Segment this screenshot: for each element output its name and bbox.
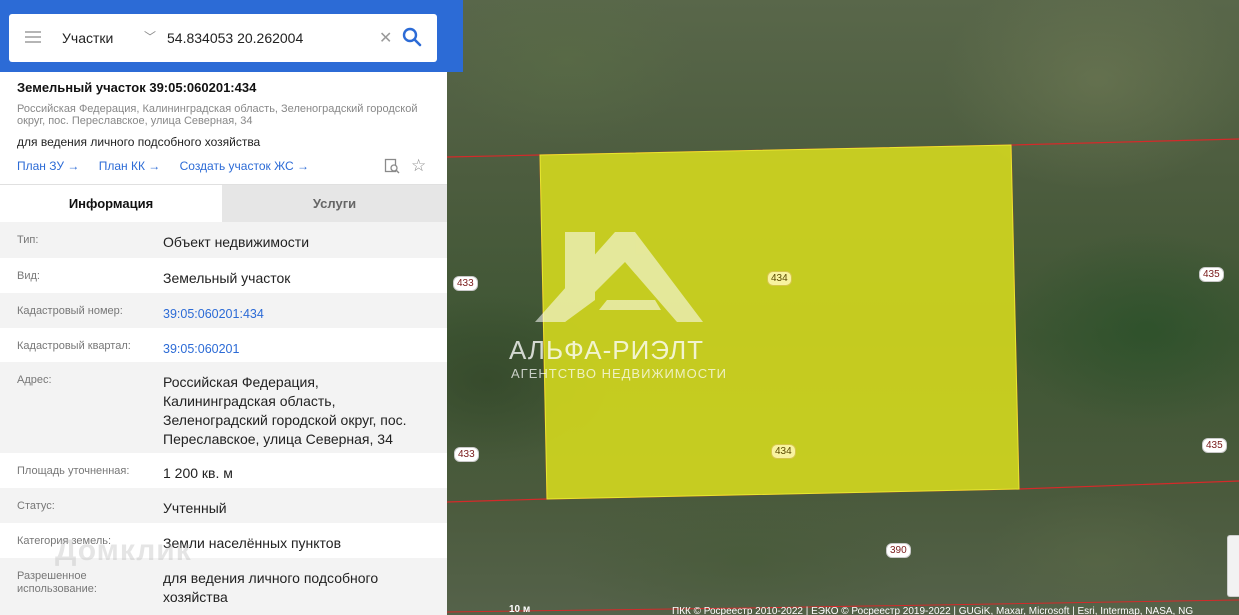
row-value: для ведения личного подсобного хозяйства (163, 570, 379, 605)
neighbor-parcel-label[interactable]: 433 (454, 447, 479, 462)
row-key: Адрес: (17, 374, 52, 386)
create-parcel-link[interactable]: Создать участок ЖС → (180, 159, 309, 173)
cadastral-number-link[interactable]: 39:05:060201:434 (163, 305, 433, 324)
search-type-select[interactable]: Участки (62, 30, 113, 46)
table-row: Тип: Объект недвижимости (0, 222, 447, 258)
search-bar: Участки ﹀ ✕ (0, 0, 463, 72)
table-row: Кадастровый квартал: 39:05:060201 (0, 328, 447, 362)
table-row: Статус: Учтенный (0, 488, 447, 523)
row-value: Земли населённых пунктов (163, 535, 342, 551)
row-key: Кадастровый квартал: (17, 340, 131, 352)
row-key: Тип: (17, 234, 39, 246)
row-value: 1 200 кв. м (163, 465, 233, 481)
parcel-usage: для ведения личного подсобного хозяйства (17, 135, 261, 149)
tabs: Информация Услуги (0, 184, 447, 223)
map-scale: 10 м (509, 604, 531, 615)
row-value: Земельный участок (163, 270, 291, 286)
map-view[interactable]: АЛЬФА-РИЭЛТ АГЕНТСТВО НЕДВИЖИМОСТИ 434 4… (447, 0, 1239, 615)
map-attribution: ПКК © Росреестр 2010-2022 | ЕЭКО © Росре… (672, 606, 1194, 615)
row-key: Статус: (17, 500, 55, 512)
table-row: Вид: Земельный участок (0, 258, 447, 293)
parcel-label[interactable]: 434 (767, 271, 792, 286)
search-box: Участки ﹀ ✕ (9, 14, 437, 62)
row-key: Разрешенное использование: (17, 570, 97, 595)
parcel-title: Земельный участок 39:05:060201:434 (17, 80, 257, 95)
search-document-icon[interactable] (384, 158, 400, 174)
map-zoom-control[interactable] (1227, 535, 1239, 597)
table-row: Кадастровый номер: 39:05:060201:434 (0, 293, 447, 328)
row-key: Кадастровый номер: (17, 305, 123, 317)
row-value: Объект недвижимости (163, 234, 310, 250)
row-key: Площадь уточненная: (17, 465, 130, 477)
menu-icon[interactable] (25, 31, 41, 43)
row-value: Российская Федерация, Калининградская об… (163, 374, 407, 447)
map-layer (447, 138, 1239, 613)
parcel-links: План ЗУ → План КК → Создать участок ЖС → (17, 159, 325, 173)
agency-watermark-sub: АГЕНТСТВО НЕДВИЖИМОСТИ (511, 366, 727, 381)
cadastral-quarter-link[interactable]: 39:05:060201 (163, 340, 433, 359)
table-row: Адрес: Российская Федерация, Калининград… (0, 362, 447, 453)
chevron-down-icon[interactable]: ﹀ (144, 28, 156, 45)
close-icon[interactable]: ✕ (379, 28, 392, 48)
search-input[interactable] (167, 26, 377, 50)
search-icon[interactable] (402, 27, 422, 47)
plan-kk-link[interactable]: План КК → (99, 159, 161, 173)
agency-watermark-name: АЛЬФА-РИЭЛТ (509, 335, 705, 365)
neighbor-parcel-label[interactable]: 390 (886, 543, 911, 558)
row-key: Вид: (17, 270, 40, 282)
tab-services[interactable]: Услуги (222, 185, 447, 223)
star-icon[interactable]: ☆ (411, 157, 426, 174)
table-row: Площадь уточненная: 1 200 кв. м (0, 453, 447, 488)
tab-info[interactable]: Информация (0, 185, 222, 223)
plan-zu-link[interactable]: План ЗУ → (17, 159, 79, 173)
neighbor-parcel-label[interactable]: 435 (1199, 267, 1224, 282)
info-panel: Участки ﹀ ✕ Земельный участок 39:05:0602… (0, 0, 463, 615)
domclick-watermark: Домклик (55, 534, 192, 567)
parcel-label[interactable]: 434 (771, 444, 796, 459)
neighbor-parcel-label[interactable]: 433 (453, 276, 478, 291)
row-value: Учтенный (163, 500, 227, 516)
parcel-address: Российская Федерация, Калининградская об… (17, 103, 418, 127)
neighbor-parcel-label[interactable]: 435 (1202, 438, 1227, 453)
